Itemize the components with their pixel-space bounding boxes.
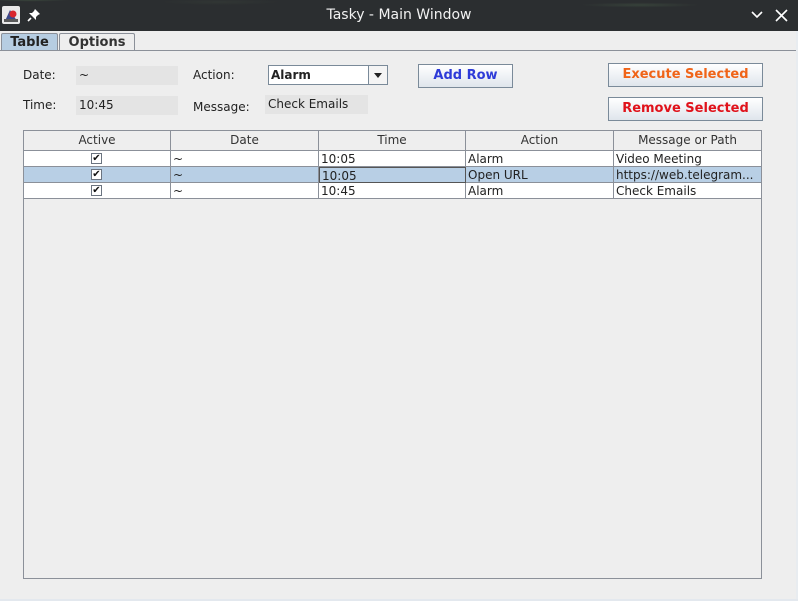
add-row-button[interactable]: Add Row [418, 64, 513, 88]
table-header: Active Date Time Action Message or Path [24, 131, 761, 151]
action-cell[interactable]: Alarm [466, 183, 614, 199]
active-checkbox[interactable]: ✔ [91, 169, 102, 180]
column-header-action[interactable]: Action [466, 131, 614, 150]
active-checkbox[interactable]: ✔ [91, 153, 102, 164]
active-cell[interactable]: ✔ [24, 151, 171, 167]
message-cell[interactable]: Check Emails [614, 183, 761, 199]
time-label: Time: [23, 98, 57, 112]
active-cell[interactable]: ✔ [24, 183, 171, 199]
dropdown-arrow-icon[interactable] [368, 66, 387, 84]
window-title: Tasky - Main Window [326, 7, 472, 23]
date-cell[interactable]: ~ [171, 151, 319, 167]
execute-selected-button[interactable]: Execute Selected [608, 63, 763, 87]
time-field[interactable]: 10:45 [76, 96, 178, 115]
column-header-date[interactable]: Date [171, 131, 319, 150]
date-field[interactable]: ~ [76, 66, 178, 85]
action-cell[interactable]: Alarm [466, 151, 614, 167]
active-checkbox[interactable]: ✔ [91, 185, 102, 196]
date-cell[interactable]: ~ [171, 183, 319, 199]
message-cell[interactable]: Video Meeting [614, 151, 761, 167]
message-label: Message: [193, 100, 250, 114]
tab-options[interactable]: Options [59, 33, 135, 51]
date-cell[interactable]: ~ [171, 167, 319, 183]
tab-divider [0, 50, 796, 51]
task-table[interactable]: Active Date Time Action Message or Path … [23, 130, 762, 579]
table-row[interactable]: ✔ ~ 10:05 Alarm Video Meeting [24, 151, 761, 167]
column-header-active[interactable]: Active [24, 131, 171, 150]
action-dropdown[interactable]: Alarm [268, 65, 388, 85]
time-cell[interactable]: 10:05 [319, 167, 466, 183]
action-cell[interactable]: Open URL [466, 167, 614, 183]
tab-table[interactable]: Table [1, 33, 58, 51]
date-label: Date: [23, 68, 56, 82]
remove-selected-button[interactable]: Remove Selected [608, 97, 763, 121]
table-row[interactable]: ✔ ~ 10:05 Open URL https://web.telegram.… [24, 167, 761, 183]
action-selected-value: Alarm [271, 68, 311, 82]
message-field[interactable]: Check Emails [265, 95, 368, 114]
title-bar[interactable]: Tasky - Main Window [0, 0, 798, 31]
column-header-message[interactable]: Message or Path [614, 131, 761, 150]
chevron-down-icon[interactable] [751, 10, 763, 20]
time-cell[interactable]: 10:45 [319, 183, 466, 199]
time-cell[interactable]: 10:05 [319, 151, 466, 167]
active-cell[interactable]: ✔ [24, 167, 171, 183]
client-area: Table Options Date: ~ Time: 10:45 Action… [0, 31, 798, 599]
table-row[interactable]: ✔ ~ 10:45 Alarm Check Emails [24, 183, 761, 199]
message-cell[interactable]: https://web.telegram... [614, 167, 761, 183]
action-label: Action: [193, 68, 235, 82]
column-header-time[interactable]: Time [319, 131, 466, 150]
close-icon[interactable] [775, 9, 788, 22]
main-window: Tasky - Main Window Table Options Date: … [0, 0, 798, 601]
